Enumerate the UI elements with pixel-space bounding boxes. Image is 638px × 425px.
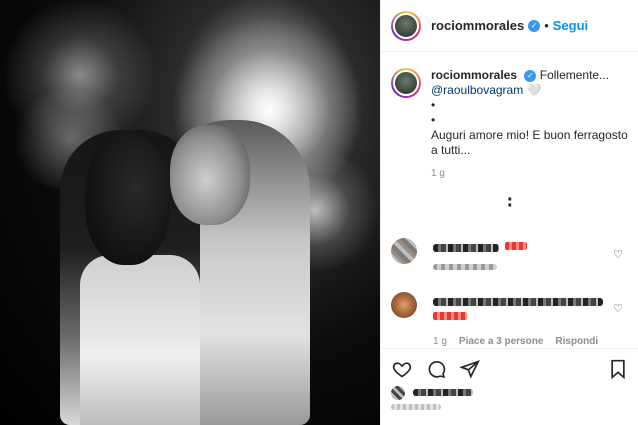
post-actions-bar xyxy=(381,348,638,388)
woman-head xyxy=(85,135,170,265)
redacted-comment-text xyxy=(433,244,499,252)
likes-summary[interactable] xyxy=(391,386,631,400)
share-icon[interactable] xyxy=(459,358,481,380)
caption-mention-link[interactable]: @raoulbovagram xyxy=(431,83,523,97)
author-avatar[interactable] xyxy=(391,10,421,41)
comment-item: ♡ 1 g Piace a 3 persone Rispondi xyxy=(391,292,631,347)
woman-dress xyxy=(80,255,200,425)
caption-body: Auguri amore mio! E buon ferragosto a tu… xyxy=(431,128,628,157)
follow-button[interactable]: Segui xyxy=(553,18,588,33)
post-caption: rociommorales ✓ Follemente... @raoulbova… xyxy=(391,68,631,158)
verified-badge-icon: ✓ xyxy=(528,19,541,32)
separator-dot: • xyxy=(544,18,549,33)
caption-line1: Follemente... xyxy=(539,68,610,82)
comment-reply-button[interactable]: Rispondi xyxy=(555,336,598,347)
redacted-post-date xyxy=(391,404,441,410)
caption-bullet: • xyxy=(431,113,436,127)
comment-like-heart-icon[interactable]: ♡ xyxy=(613,248,623,261)
caption-username[interactable]: rociommorales xyxy=(431,68,517,82)
redacted-comment-meta xyxy=(433,264,497,270)
comment-icon[interactable] xyxy=(425,358,447,380)
caption-bullet: • xyxy=(431,98,436,112)
liker-avatar xyxy=(391,386,405,400)
post-sidebar: rociommorales ✓ • Segui rociommorales ✓ … xyxy=(380,0,638,425)
post-header: rociommorales ✓ • Segui xyxy=(381,0,638,52)
comment-like-heart-icon[interactable]: ♡ xyxy=(613,302,623,315)
verified-badge-icon: ✓ xyxy=(524,69,537,82)
author-username[interactable]: rociommorales xyxy=(431,18,524,33)
redacted-comment-text xyxy=(433,298,603,306)
caption-timestamp[interactable]: 1 g xyxy=(431,168,445,179)
heart-icon[interactable] xyxy=(391,358,413,380)
comment-timestamp[interactable]: 1 g xyxy=(433,336,447,347)
post-photo[interactable] xyxy=(0,0,380,425)
redacted-likes-text xyxy=(413,389,473,396)
caption-author-avatar[interactable] xyxy=(391,68,421,98)
redacted-emoji xyxy=(505,242,527,250)
comment-meta: 1 g Piace a 3 persone Rispondi xyxy=(433,336,598,347)
redacted-emoji xyxy=(433,312,467,320)
more-options-icon[interactable]: · · xyxy=(507,190,514,216)
bookmark-icon[interactable] xyxy=(607,358,629,380)
comment-likes-count[interactable]: Piace a 3 persone xyxy=(459,336,544,347)
commenter-avatar[interactable] xyxy=(391,238,417,264)
caption-text: rociommorales ✓ Follemente... @raoulbova… xyxy=(431,68,631,158)
comment-item: ♡ xyxy=(391,238,631,278)
commenter-avatar[interactable] xyxy=(391,292,417,318)
man-head xyxy=(170,125,250,225)
white-heart-emoji: 🤍 xyxy=(526,83,542,97)
